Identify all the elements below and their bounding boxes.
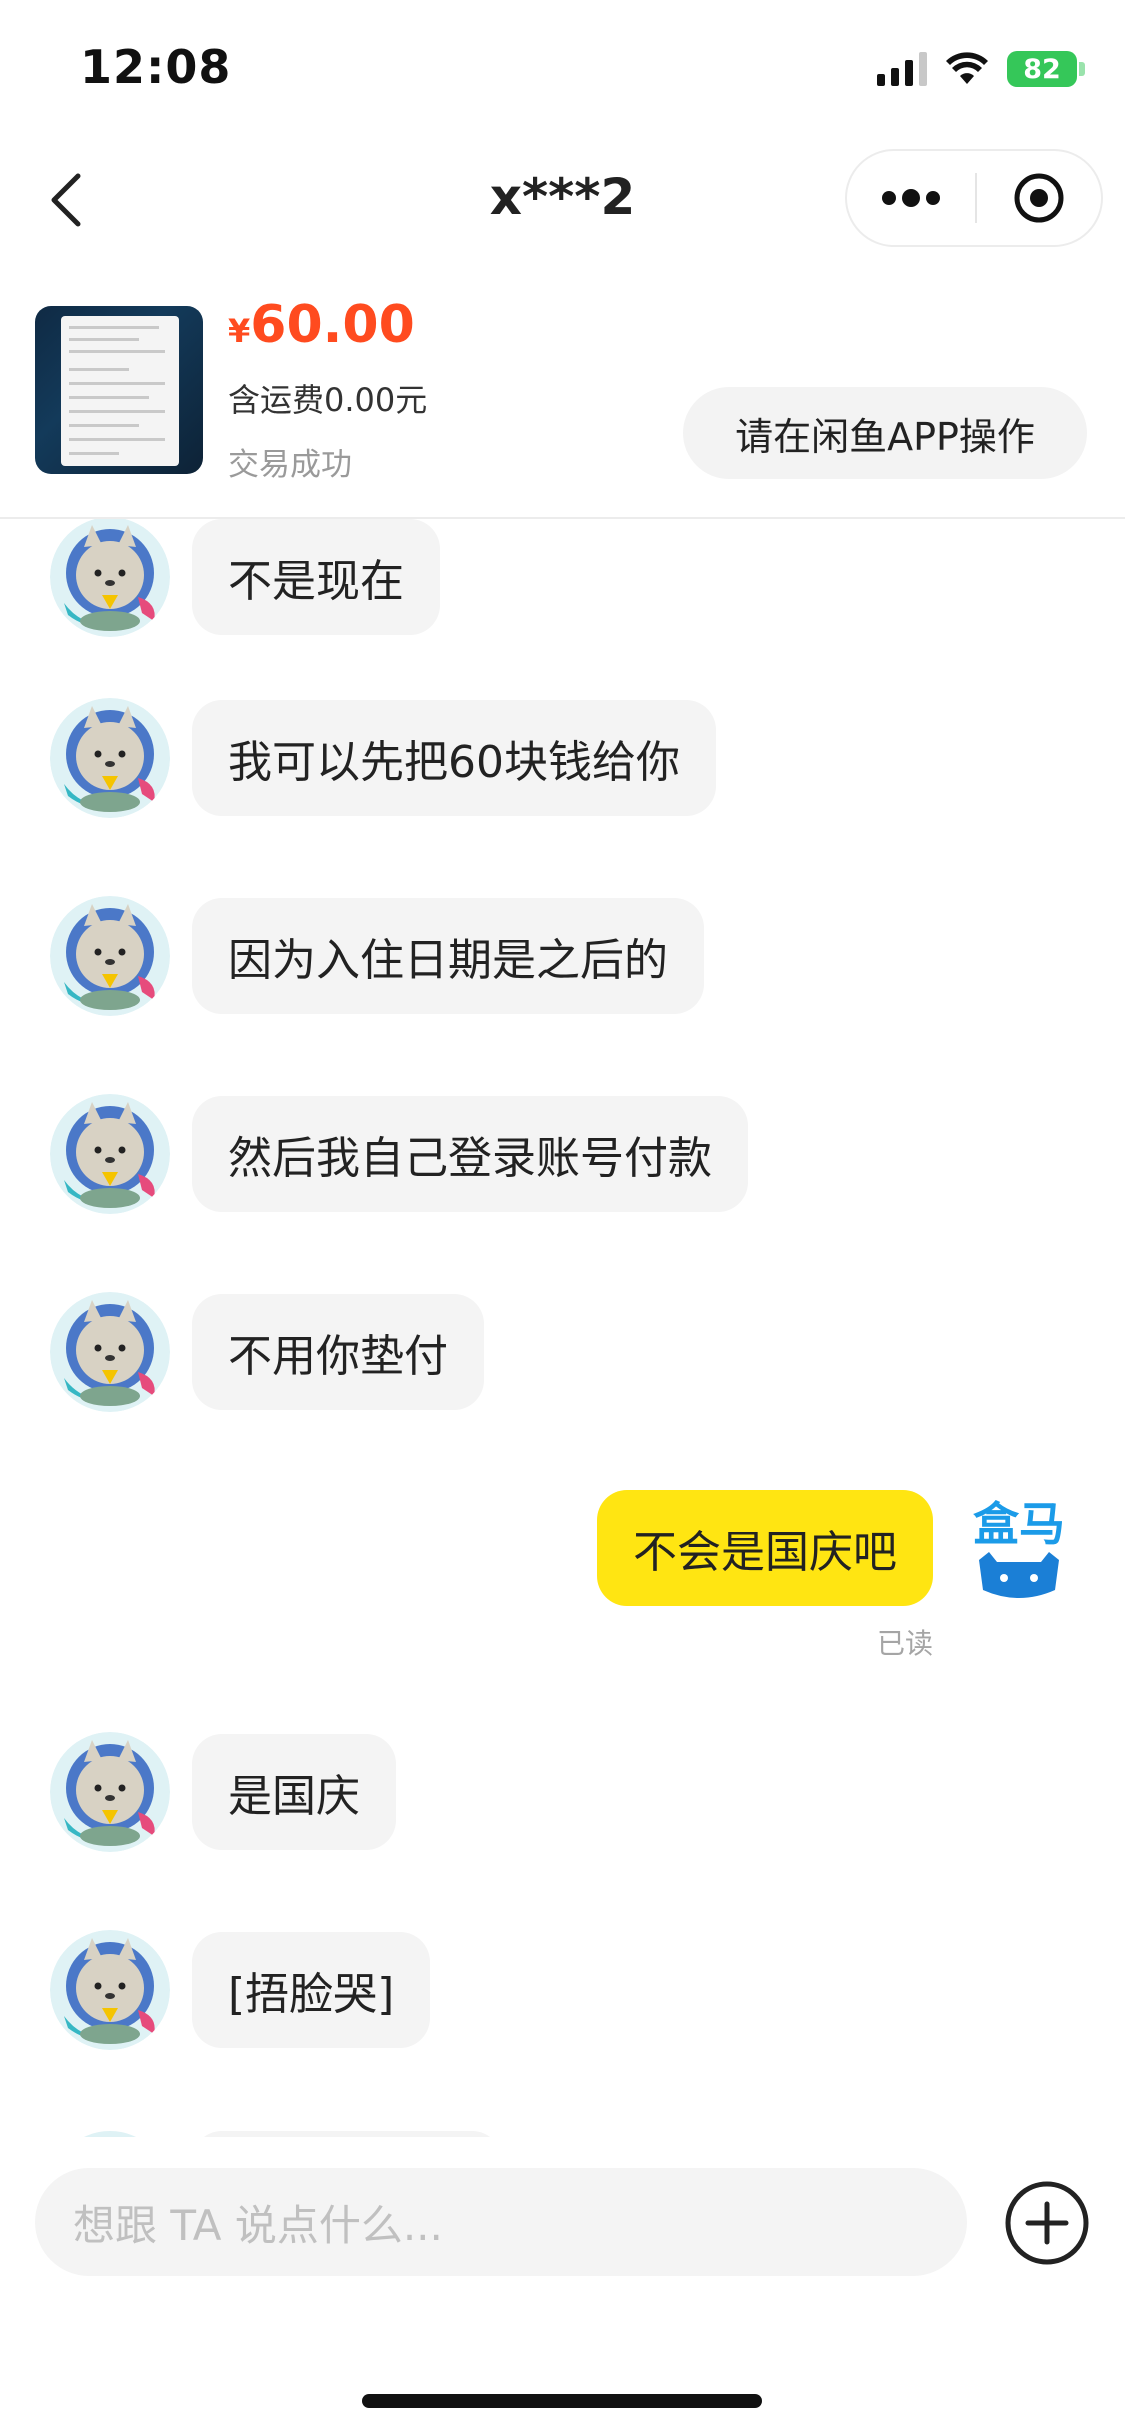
currency-symbol: ¥ — [228, 312, 251, 350]
chat-bubble[interactable]: 不用你垫付 — [192, 1294, 484, 1410]
my-chat-bubble[interactable]: 不会是国庆吧 — [597, 1490, 933, 1606]
read-receipt: 已读 — [876, 1627, 933, 1660]
plus-circle-icon[interactable] — [1004, 2180, 1090, 2266]
chat-bubble[interactable]: 因为入住日期是之后的 — [192, 898, 704, 1014]
status-time: 12:08 — [80, 40, 232, 94]
chat-bubble[interactable]: 我可以先把60块钱给你 — [192, 700, 716, 816]
deal-status: 交易成功 — [228, 447, 352, 483]
target-icon — [1014, 173, 1064, 223]
battery-level: 82 — [1023, 53, 1061, 85]
battery-icon: 82 — [1007, 51, 1077, 87]
contact-avatar[interactable] — [50, 1094, 170, 1214]
chat-bubble[interactable]: 不是现在 — [192, 519, 440, 635]
chat-bubble[interactable]: 是国庆 — [192, 1734, 396, 1850]
shipping-fee: 含运费0.00元 — [228, 381, 428, 419]
product-card[interactable]: ¥60.00 含运费0.00元 交易成功 请在闲鱼APP操作 — [0, 295, 1125, 519]
home-indicator[interactable] — [362, 2394, 762, 2408]
mini-program-capsule — [845, 149, 1103, 247]
more-dots-icon — [882, 189, 940, 207]
contact-avatar[interactable] — [50, 896, 170, 1016]
product-price: ¥60.00 — [228, 295, 415, 355]
chat-bubble[interactable]: 然后我自己登录账号付款 — [192, 1096, 748, 1212]
more-button[interactable] — [847, 151, 975, 245]
contact-avatar[interactable] — [50, 2131, 170, 2137]
brand-logo-text: 盒马 — [973, 1497, 1065, 1551]
status-icons: 82 — [877, 44, 1085, 94]
chat-bubble[interactable]: [捂脸哭] — [192, 1932, 431, 2048]
cellular-signal-icon — [877, 52, 927, 86]
wifi-icon — [946, 52, 988, 84]
contact-avatar[interactable] — [50, 1930, 170, 2050]
chat-bubble-partial[interactable] — [192, 2131, 502, 2137]
open-app-button[interactable]: 请在闲鱼APP操作 — [683, 387, 1087, 479]
message-input[interactable]: 想跟 TA 说点什么... — [35, 2168, 967, 2276]
price-value: 60.00 — [250, 295, 415, 355]
contact-avatar[interactable] — [50, 1732, 170, 1852]
my-avatar[interactable]: 盒马 — [959, 1490, 1079, 1610]
contact-avatar[interactable] — [50, 698, 170, 818]
chat-list[interactable]: 不是现在 我可以先把60块钱给你 因为入住日期是之后的 然后我自己登录账号付款 … — [0, 519, 1125, 2137]
contact-avatar[interactable] — [50, 519, 170, 637]
close-miniprogram-button[interactable] — [977, 151, 1101, 245]
product-thumbnail[interactable] — [35, 306, 203, 474]
contact-avatar[interactable] — [50, 1292, 170, 1412]
